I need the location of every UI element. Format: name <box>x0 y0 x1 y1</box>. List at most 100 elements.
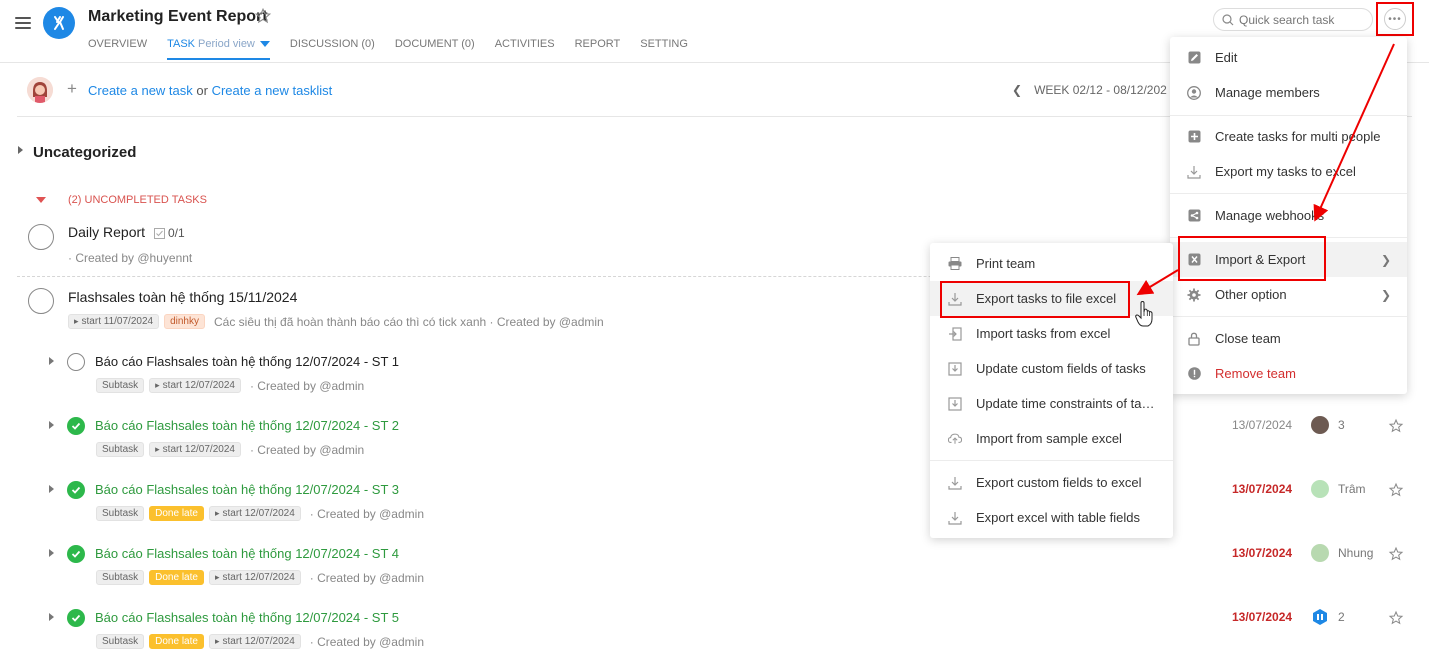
check-icon <box>71 486 81 494</box>
import-icon <box>948 326 962 341</box>
menu-item-export-my-tasks[interactable]: Export my tasks to excel <box>1170 154 1407 189</box>
menu-item-create-multi[interactable]: Create tasks for multi people <box>1170 119 1407 154</box>
submenu-label: Export custom fields to excel <box>976 475 1142 490</box>
download-icon <box>1187 165 1201 179</box>
avatar[interactable] <box>27 77 53 103</box>
download-icon <box>948 361 962 376</box>
menu-item-remove-team[interactable]: Remove team <box>1170 356 1407 391</box>
due-date[interactable]: 13/07/2024 <box>1232 610 1292 624</box>
chevron-right-icon: ❯ <box>1380 287 1391 302</box>
star-icon[interactable] <box>1388 546 1404 562</box>
subtask-tag: Subtask <box>96 634 145 649</box>
menu-divider <box>1170 115 1407 116</box>
subtask-checkbox[interactable] <box>67 353 85 371</box>
submenu-import-sample-excel[interactable]: Import from sample excel <box>930 421 1173 456</box>
submenu-update-time-constraints[interactable]: Update time constraints of tasks <box>930 386 1173 421</box>
submenu-export-table-fields[interactable]: Export excel with table fields <box>930 500 1173 535</box>
menu-divider <box>1170 316 1407 317</box>
due-date[interactable]: 13/07/2024 <box>1232 418 1292 432</box>
menu-item-close-team[interactable]: Close team <box>1170 321 1407 356</box>
assignee[interactable]: Trâm <box>1311 480 1366 498</box>
favorite-star-icon[interactable] <box>254 7 272 25</box>
chevron-left-icon[interactable]: ❮ <box>1012 83 1022 97</box>
download-icon <box>948 511 962 525</box>
start-date-tag: start 12/07/2024 <box>208 570 301 585</box>
subtask-done-checkbox[interactable] <box>67 481 85 499</box>
expand-caret-icon[interactable] <box>49 485 54 493</box>
uncompleted-tasks-label[interactable]: (2) UNCOMPLETED TASKS <box>68 194 207 206</box>
menu-item-label: Manage members <box>1215 85 1320 100</box>
assignee-name: Trâm <box>1338 482 1366 496</box>
more-options-menu: Edit Manage members Create tasks for mul… <box>1170 37 1407 394</box>
caret-down-icon[interactable] <box>36 197 46 203</box>
search-box[interactable] <box>1213 8 1373 31</box>
assignee[interactable]: 3 <box>1311 416 1345 434</box>
tab-discussion[interactable]: DISCUSSION (0) <box>290 38 375 50</box>
task-title[interactable]: Daily Report <box>68 224 145 240</box>
plus-icon[interactable]: + <box>67 80 77 97</box>
download-icon <box>948 476 962 490</box>
star-icon[interactable] <box>1388 482 1404 498</box>
expand-caret-icon[interactable] <box>49 357 54 365</box>
task-complete-checkbox[interactable] <box>28 288 54 314</box>
expand-caret-icon[interactable] <box>49 421 54 429</box>
assignee[interactable]: Nhung <box>1311 544 1373 562</box>
expand-caret-icon[interactable] <box>49 613 54 621</box>
menu-item-label: Remove team <box>1215 366 1296 381</box>
create-tasklist-link[interactable]: Create a new tasklist <box>212 83 333 98</box>
tab-setting[interactable]: SETTING <box>640 38 688 50</box>
tab-document[interactable]: DOCUMENT (0) <box>395 38 475 50</box>
start-date-tag: start 12/07/2024 <box>149 442 241 457</box>
task-title[interactable]: Flashsales toàn hệ thống 15/11/2024 <box>68 289 297 305</box>
check-icon <box>71 614 81 622</box>
submenu-label: Export excel with table fields <box>976 510 1141 525</box>
checklist-icon <box>154 227 165 239</box>
subtask-meta-row: Subtask Done late start 12/07/2024 · Cre… <box>96 634 424 649</box>
tab-overview[interactable]: OVERVIEW <box>88 38 147 50</box>
hamburger-menu-icon[interactable] <box>15 17 31 29</box>
project-tabs: OVERVIEW TASK Period view DISCUSSION (0) … <box>88 38 708 60</box>
tab-task[interactable]: TASK Period view <box>167 38 270 60</box>
task-complete-checkbox[interactable] <box>28 224 54 250</box>
subtask-meta: · Created by @admin <box>309 506 424 521</box>
submenu-print-team[interactable]: Print team <box>930 246 1173 281</box>
subtask-title[interactable]: Báo cáo Flashsales toàn hệ thống 12/07/2… <box>95 418 399 433</box>
group-title[interactable]: Uncategorized <box>33 144 136 161</box>
subtask-done-checkbox[interactable] <box>67 609 85 627</box>
alert-circle-icon <box>1187 367 1201 381</box>
menu-divider <box>930 460 1173 461</box>
tab-activities[interactable]: ACTIVITIES <box>495 38 555 50</box>
subtask-title[interactable]: Báo cáo Flashsales toàn hệ thống 12/07/2… <box>95 546 399 561</box>
check-icon <box>71 422 81 430</box>
label-tag[interactable]: dinhky <box>164 314 205 329</box>
tab-report[interactable]: REPORT <box>575 38 621 50</box>
menu-item-edit[interactable]: Edit <box>1170 40 1407 75</box>
caret-right-icon[interactable] <box>18 146 23 154</box>
chevron-down-icon[interactable] <box>259 41 270 48</box>
annotation-box-import-export <box>1178 236 1326 281</box>
menu-item-manage-members[interactable]: Manage members <box>1170 75 1407 110</box>
subtask-meta: · Created by @admin <box>309 570 424 585</box>
search-input[interactable] <box>1239 12 1359 27</box>
subtask-title[interactable]: Báo cáo Flashsales toàn hệ thống 12/07/2… <box>95 354 399 369</box>
start-date-tag: start 12/07/2024 <box>208 634 301 649</box>
subtask-title[interactable]: Báo cáo Flashsales toàn hệ thống 12/07/2… <box>95 610 399 625</box>
subtask-done-checkbox[interactable] <box>67 417 85 435</box>
star-icon[interactable] <box>1388 418 1404 434</box>
submenu-update-custom-fields[interactable]: Update custom fields of tasks <box>930 351 1173 386</box>
assignee[interactable]: 2 <box>1311 608 1345 626</box>
menu-item-webhooks[interactable]: Manage webhooks <box>1170 198 1407 233</box>
submenu-export-custom-fields[interactable]: Export custom fields to excel <box>930 465 1173 500</box>
menu-item-label: Close team <box>1215 331 1281 346</box>
due-date[interactable]: 13/07/2024 <box>1232 546 1292 560</box>
menu-item-other-option[interactable]: Other option ❯ <box>1170 277 1407 312</box>
avatar <box>1311 544 1329 562</box>
subtask-title[interactable]: Báo cáo Flashsales toàn hệ thống 12/07/2… <box>95 482 399 497</box>
star-icon[interactable] <box>1388 610 1404 626</box>
submenu-label: Update custom fields of tasks <box>976 361 1146 376</box>
due-date[interactable]: 13/07/2024 <box>1232 482 1292 496</box>
subtask-meta-row: Subtask start 12/07/2024 · Created by @a… <box>96 442 364 457</box>
subtask-done-checkbox[interactable] <box>67 545 85 563</box>
create-task-link[interactable]: Create a new task <box>88 83 193 98</box>
expand-caret-icon[interactable] <box>49 549 54 557</box>
